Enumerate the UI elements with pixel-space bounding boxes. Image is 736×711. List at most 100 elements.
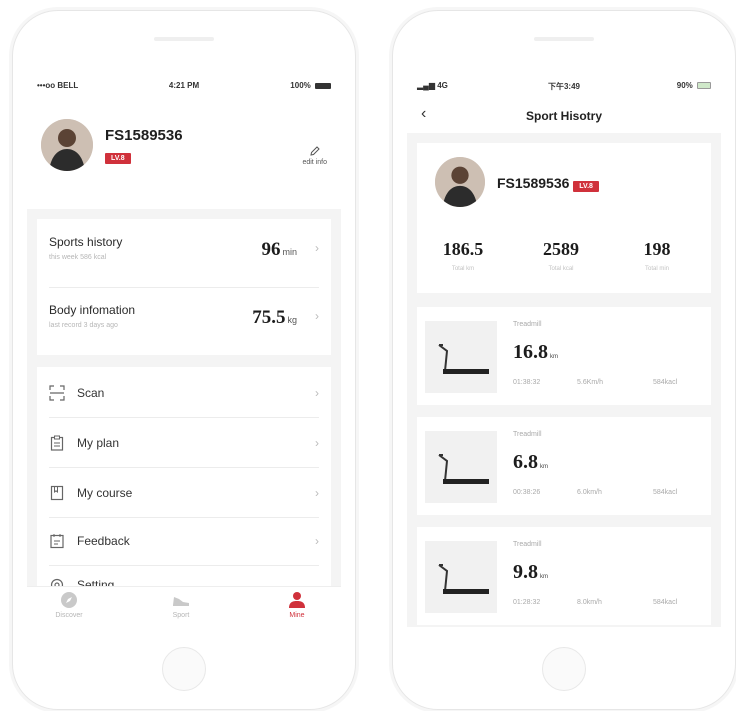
battery-status: 100% bbox=[290, 81, 331, 90]
battery-percent: 90% bbox=[676, 81, 693, 90]
bookmark-icon bbox=[50, 485, 64, 501]
home-button[interactable] bbox=[162, 647, 206, 691]
chevron-right-icon: › bbox=[315, 436, 319, 450]
record-speed: 8.0km/h bbox=[577, 599, 602, 606]
tab-bar: Discover Sport Mine bbox=[27, 586, 341, 627]
tab-discover[interactable]: Discover bbox=[39, 591, 99, 619]
divider bbox=[49, 467, 319, 468]
treadmill-thumbnail bbox=[425, 321, 497, 393]
stat-value: 2589 bbox=[543, 239, 579, 259]
username-text: FS1589536 bbox=[497, 175, 570, 191]
tab-sport[interactable]: Sport bbox=[151, 591, 211, 619]
total-kcal: 2589 Total kcal bbox=[521, 239, 601, 272]
menu-item-my-course[interactable]: My course › bbox=[49, 473, 319, 513]
battery-icon bbox=[697, 82, 711, 90]
mine-screen: •••oo BELL 4:21 PM 100% FS1589536 LV.8 e… bbox=[27, 71, 341, 627]
clipboard-icon bbox=[50, 435, 64, 451]
weight-value: 75.5 bbox=[252, 307, 286, 328]
username: FS1589536 bbox=[105, 127, 183, 144]
record-distance: 16.8 km bbox=[513, 341, 558, 364]
pencil-icon bbox=[310, 146, 320, 156]
record-time: 00:38:26 bbox=[513, 489, 541, 496]
record-type: Treadmill bbox=[513, 431, 542, 438]
phone-mine: •••oo BELL 4:21 PM 100% FS1589536 LV.8 e… bbox=[12, 10, 356, 710]
menu-item-my-plan[interactable]: My plan › bbox=[49, 423, 319, 463]
stats-card: Sports history this week 586 kcal 96 min … bbox=[37, 219, 331, 355]
record-type: Treadmill bbox=[513, 321, 542, 328]
menu-item-feedback[interactable]: Feedback › bbox=[49, 521, 319, 561]
level-badge: LV.8 bbox=[573, 181, 599, 192]
treadmill-icon bbox=[438, 564, 489, 594]
chevron-right-icon: › bbox=[315, 386, 319, 400]
edit-info-button[interactable]: edit info bbox=[302, 145, 327, 166]
summary-card: FS1589536 LV.8 186.5 Total km 2589 Total… bbox=[417, 143, 711, 293]
minutes-unit: min bbox=[282, 247, 297, 257]
distance-unit: km bbox=[540, 464, 548, 470]
distance-value: 6.8 bbox=[513, 451, 538, 473]
battery-percent: 100% bbox=[290, 81, 311, 90]
record-time: 01:28:32 bbox=[513, 599, 541, 606]
distance-unit: km bbox=[550, 354, 558, 360]
record-speed: 5.6Km/h bbox=[577, 379, 604, 386]
distance-value: 16.8 bbox=[513, 341, 548, 363]
menu-label: My plan bbox=[77, 436, 120, 450]
treadmill-icon bbox=[438, 454, 489, 484]
home-button[interactable] bbox=[542, 647, 586, 691]
total-distance: 186.5 Total km bbox=[423, 239, 503, 272]
battery-icon bbox=[315, 82, 331, 89]
avatar-image bbox=[435, 157, 485, 207]
menu-item-scan[interactable]: Scan › bbox=[49, 373, 319, 413]
tab-mine[interactable]: Mine bbox=[267, 591, 327, 619]
menu-label: Scan bbox=[77, 386, 105, 400]
page-title: Sport Hisotry bbox=[525, 109, 602, 123]
record-kcal: 584kacl bbox=[653, 599, 678, 606]
stat-value: 186.5 bbox=[442, 239, 484, 259]
weight-unit: kg bbox=[287, 315, 297, 325]
stat-value: 198 bbox=[643, 239, 671, 259]
distance-value: 9.8 bbox=[513, 561, 538, 583]
record-card[interactable]: Treadmill 6.8 km 00:38:26 6.0km/h 584kacl bbox=[417, 417, 711, 515]
person-icon bbox=[289, 592, 305, 608]
sports-minutes: 96 bbox=[261, 239, 281, 260]
record-speed: 6.0km/h bbox=[577, 489, 602, 496]
sports-history-row[interactable]: Sports history this week 586 kcal 96 min … bbox=[49, 235, 319, 275]
chevron-right-icon: › bbox=[315, 241, 319, 255]
record-kcal: 584kacl bbox=[653, 379, 678, 386]
record-time: 01:38:32 bbox=[513, 379, 541, 386]
stat-label: Total km bbox=[451, 266, 475, 272]
phone-sport-history: ▂▄▆ 4G 下午3:49 90% ‹ Sport Hisotry FS1589… bbox=[392, 10, 736, 710]
stat-label: Total kcal bbox=[548, 266, 574, 272]
record-card[interactable]: Treadmill 9.8 km 01:28:32 8.0km/h 584kacl bbox=[417, 527, 711, 625]
record-card[interactable]: Treadmill 16.8 km 01:38:32 5.6Km/h 584kac… bbox=[417, 307, 711, 405]
level-badge-wrap: LV.8 bbox=[105, 147, 131, 165]
edit-info-label: edit info bbox=[302, 159, 327, 166]
speaker-slot bbox=[534, 37, 594, 41]
record-distance: 9.8 km bbox=[513, 561, 548, 584]
treadmill-thumbnail bbox=[425, 431, 497, 503]
tab-label: Discover bbox=[55, 612, 83, 619]
sport-history-screen: ▂▄▆ 4G 下午3:49 90% ‹ Sport Hisotry FS1589… bbox=[407, 71, 721, 627]
battery-status: 90% bbox=[677, 81, 711, 90]
stat-label: Total min bbox=[644, 266, 669, 272]
avatar-image bbox=[41, 119, 93, 171]
menu-label: Feedback bbox=[77, 534, 130, 548]
status-bar: ▂▄▆ 4G 下午3:49 90% bbox=[407, 71, 721, 99]
chevron-right-icon: › bbox=[315, 309, 319, 323]
chevron-right-icon: › bbox=[315, 534, 319, 548]
body-info-value: 75.5 kg bbox=[252, 307, 297, 329]
record-kcal: 584kacl bbox=[653, 489, 678, 496]
total-minutes: 198 Total min bbox=[617, 239, 697, 272]
status-bar: •••oo BELL 4:21 PM 100% bbox=[27, 71, 341, 99]
nav-bar: ‹ Sport Hisotry bbox=[407, 99, 721, 133]
divider bbox=[49, 417, 319, 418]
body-info-row[interactable]: Body infomation last record 3 days ago 7… bbox=[49, 303, 319, 343]
profile-header: FS1589536 LV.8 edit info bbox=[27, 99, 341, 209]
avatar[interactable] bbox=[435, 157, 485, 207]
avatar[interactable] bbox=[41, 119, 93, 171]
divider bbox=[49, 287, 319, 288]
status-time: 下午3:49 bbox=[547, 82, 580, 91]
level-badge: LV.8 bbox=[105, 153, 131, 164]
shoe-icon bbox=[173, 597, 189, 606]
feedback-icon bbox=[50, 534, 64, 549]
treadmill-icon bbox=[438, 344, 489, 374]
